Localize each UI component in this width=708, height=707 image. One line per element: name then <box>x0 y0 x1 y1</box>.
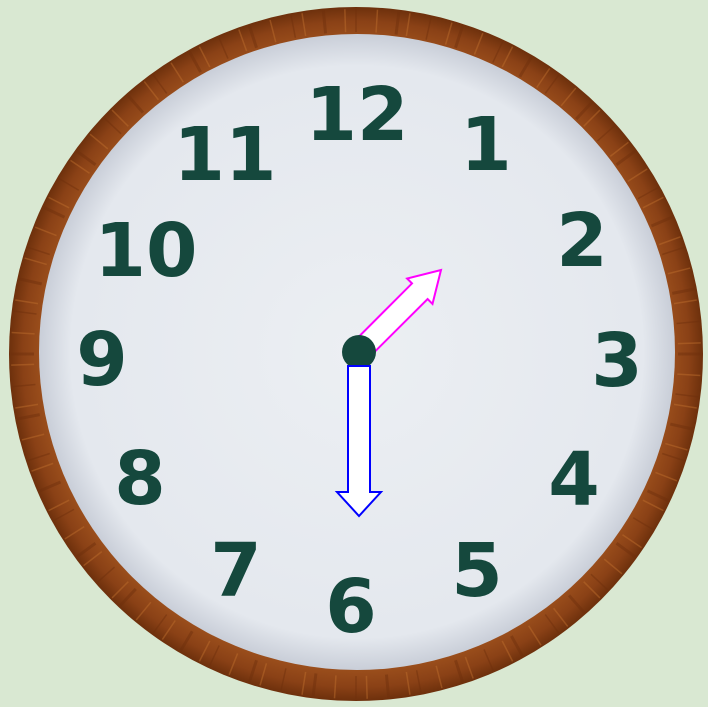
numeral-4: 4 <box>548 437 600 523</box>
center-pivot <box>342 335 376 369</box>
numeral-7: 7 <box>210 528 262 614</box>
numeral-11: 11 <box>174 112 277 198</box>
numeral-6: 6 <box>325 564 377 650</box>
wood-grain-streak <box>344 9 347 33</box>
wood-grain-streak <box>11 363 35 366</box>
numeral-8: 8 <box>114 436 166 522</box>
numeral-1: 1 <box>460 102 512 188</box>
clock-stage: 12 1 2 3 4 5 6 7 8 9 10 11 <box>9 7 703 701</box>
wood-grain-streak <box>677 342 701 345</box>
numeral-5: 5 <box>451 528 503 614</box>
numeral-2: 2 <box>556 198 608 284</box>
numeral-12: 12 <box>306 72 409 158</box>
numeral-3: 3 <box>591 318 643 404</box>
numeral-10: 10 <box>95 208 198 294</box>
numeral-9: 9 <box>76 317 128 403</box>
wood-grain-streak <box>365 675 368 699</box>
clock: 12 1 2 3 4 5 6 7 8 9 10 11 <box>9 7 703 701</box>
